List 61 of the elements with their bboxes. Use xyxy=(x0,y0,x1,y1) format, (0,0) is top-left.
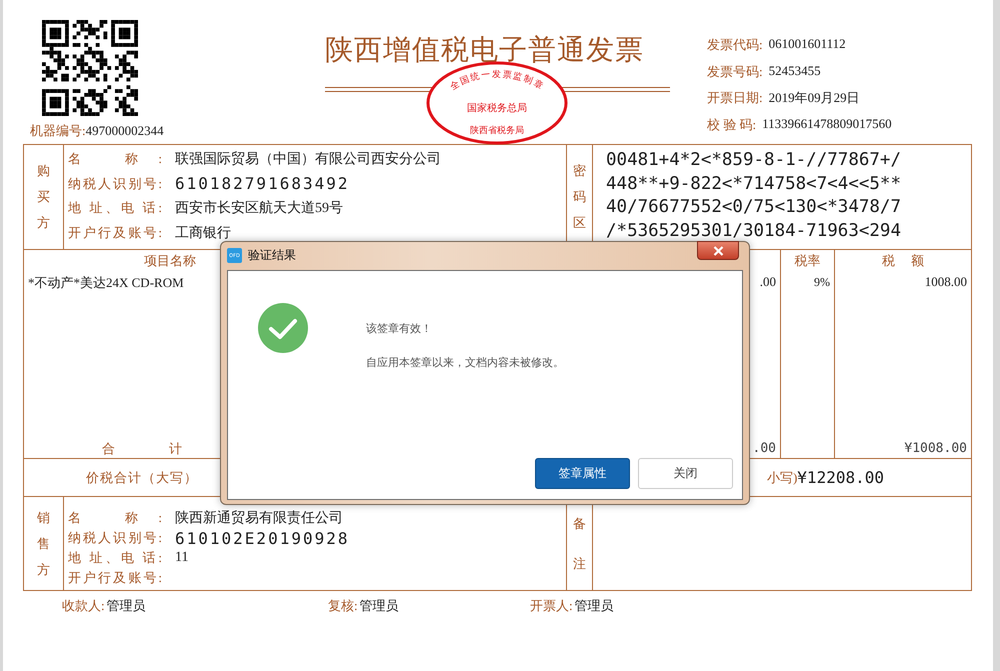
machine-number-label: 机器编号: xyxy=(30,123,86,138)
signer-name: 管理员 xyxy=(360,598,399,613)
info-label: 发票代码: xyxy=(707,36,763,54)
signer-name: 管理员 xyxy=(106,598,146,613)
signer-label: 开票人: xyxy=(530,598,573,613)
cipher-text: 00481+4*2<*859-8-1-//77867+/ xyxy=(606,149,902,172)
info-value: 52453455 xyxy=(768,62,821,80)
item-amount: .00 xyxy=(760,274,776,289)
total-label: 合 计 xyxy=(102,440,182,458)
info-label: 开票日期: xyxy=(707,89,763,107)
dialog-message: 自应用本签章以来，文档内容未被修改。 xyxy=(366,355,564,371)
signer-label: 收款人: xyxy=(62,598,105,613)
info-value: 2019年09月29日 xyxy=(768,89,860,107)
item-name: *不动产*美达24X CD-ROM xyxy=(28,275,184,290)
field-label: 地 址、电 话: xyxy=(68,199,162,218)
dialog-title: 验证结果 xyxy=(248,247,296,264)
total-tax: ¥1008.00 xyxy=(904,441,967,456)
cipher-text: /*5365295301/30184-71963<294 xyxy=(606,220,902,242)
column-header: 税 额 xyxy=(882,252,924,270)
total-amount: .00 xyxy=(752,441,776,456)
field-value: 陕西新通贸易有限责任公司 xyxy=(175,509,343,527)
machine-number: 497000002344 xyxy=(86,123,164,138)
dialog-button[interactable]: 签章属性 xyxy=(535,458,630,489)
close-icon xyxy=(712,246,724,256)
tax-rate: 9% xyxy=(814,275,830,289)
info-label: 校 验 码: xyxy=(707,116,756,134)
info-value: 11339661478809017560 xyxy=(762,116,892,132)
info-value: 061001601112 xyxy=(768,36,846,53)
cipher-text: 448**+9-822<*714758<7<4<<5** xyxy=(606,172,902,196)
password-area-heading: 密码区 xyxy=(573,162,586,232)
field-label: 名 称: xyxy=(68,150,162,168)
field-label: 名 称: xyxy=(68,509,162,527)
cipher-text: 40/76677552<0/75<130<*3478/7 xyxy=(606,196,902,219)
column-header: 税率 xyxy=(794,252,820,270)
field-label: 开户行及账号: xyxy=(68,224,162,242)
field-value: 西安市长安区航天大道59号 xyxy=(175,199,343,218)
signer-name: 管理员 xyxy=(574,598,614,613)
column-header: 项目名称 xyxy=(144,252,196,270)
qr-code-icon xyxy=(42,20,138,116)
field-value: 11 xyxy=(175,550,188,566)
grand-total-label: 价税合计（大写） xyxy=(86,468,198,486)
dialog-message: 该签章有效！ xyxy=(366,321,433,337)
field-label: 开户行及账号: xyxy=(68,569,162,587)
field-label: 纳税人识别号: xyxy=(68,174,162,193)
grand-total-amount: ¥12208.00 xyxy=(797,468,884,487)
party-heading: 购买方 xyxy=(37,162,50,232)
grand-total-small-label: 小写) xyxy=(766,468,798,486)
party-heading: 销售方 xyxy=(37,508,50,578)
field-label: 地 址、电 话: xyxy=(68,549,162,567)
field-label: 纳税人识别号: xyxy=(68,529,162,547)
close-button[interactable] xyxy=(697,241,739,260)
signer-label: 复核: xyxy=(328,598,358,613)
field-value: 工商银行 xyxy=(175,224,231,242)
field-value: 联强国际贸易（中国）有限公司西安分公司 xyxy=(175,150,441,168)
field-value: 610102E20190928 xyxy=(175,528,350,548)
info-label: 发票号码: xyxy=(707,62,763,80)
remarks-heading: 备注 xyxy=(573,514,586,572)
dialog-button[interactable]: 关闭 xyxy=(638,458,733,489)
check-circle-icon xyxy=(258,303,308,353)
tax-amount: 1008.00 xyxy=(924,274,967,289)
field-value: 610182791683492 xyxy=(175,174,350,194)
